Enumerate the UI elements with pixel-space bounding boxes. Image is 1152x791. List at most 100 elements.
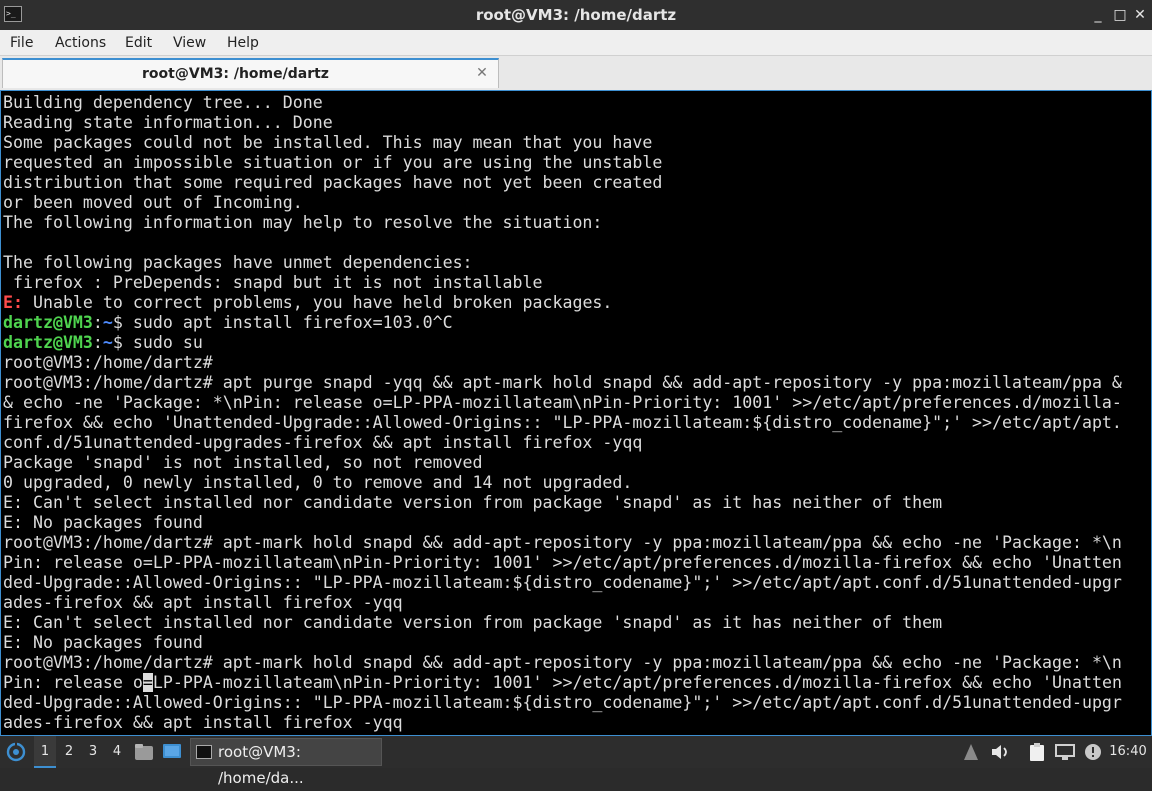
clipboard-tray[interactable] xyxy=(1026,736,1048,768)
terminal-text-segment: Pin: release o xyxy=(3,673,143,692)
terminal-line: conf.d/51unattended-upgrades-firefox && … xyxy=(3,433,1151,453)
workspace-2[interactable]: 2 xyxy=(58,736,80,768)
workspace-1[interactable]: 1 xyxy=(34,736,56,768)
terminal-text-segment: : xyxy=(92,333,103,352)
task-label: root@VM3: /home/da... xyxy=(218,743,304,787)
menu-view[interactable]: View xyxy=(173,30,206,56)
terminal-line: 0 upgraded, 0 newly installed, 0 to remo… xyxy=(3,473,1151,493)
terminal-line: root@VM3:/home/dartz# apt-mark hold snap… xyxy=(3,653,1151,673)
update-tray[interactable] xyxy=(1082,736,1104,768)
terminal-text-segment: The following packages have unmet depend… xyxy=(3,253,473,272)
terminal-text-segment: Package 'snapd' is not installed, so not… xyxy=(3,453,483,472)
terminal-line: root@VM3:/home/dartz# apt-mark hold snap… xyxy=(3,533,1151,553)
terminal-line: requested an impossible situation or if … xyxy=(3,153,1151,173)
terminal-text-segment: firefox : PreDepends: snapd but it is no… xyxy=(3,273,543,292)
terminal-text-segment: or been moved out of Incoming. xyxy=(3,193,303,212)
terminal-text-segment: E: Can't select installed nor candidate … xyxy=(3,493,943,512)
terminal-line: firefox : PreDepends: snapd but it is no… xyxy=(3,273,1151,293)
window-title: root@VM3: /home/dartz xyxy=(475,6,677,24)
terminal-line: firefox && echo 'Unattended-Upgrade::All… xyxy=(3,413,1151,433)
network-tray[interactable] xyxy=(960,736,982,768)
menu-actions[interactable]: Actions xyxy=(55,30,106,56)
terminal-text-segment: requested an impossible situation or if … xyxy=(3,153,663,172)
terminal-line: Pin: release o=LP-PPA-mozillateam\nPin-P… xyxy=(3,553,1151,573)
tab-terminal[interactable]: root@VM3: /home/dartz ✕ xyxy=(2,58,499,88)
menu-edit[interactable]: Edit xyxy=(125,30,152,56)
terminal-text-segment: & echo -ne 'Package: *\nPin: release o=L… xyxy=(3,393,1122,412)
terminal-text-segment: root@VM3:/home/dartz# apt-mark hold snap… xyxy=(3,653,1122,672)
terminal-text-segment: ades-firefox && apt install firefox -yqq xyxy=(3,593,403,612)
desktop-icon xyxy=(163,744,181,758)
terminal-text-segment: LP-PPA-mozillateam\nPin-Priority: 1001' … xyxy=(152,673,1122,692)
terminal-line: E: No packages found xyxy=(3,513,1151,533)
maximize-icon: □ xyxy=(1113,7,1127,23)
terminal-text-segment: Reading state information... Done xyxy=(3,113,333,132)
window-title-bar: >_ root@VM3: /home/dartz _ □ ✕ xyxy=(0,0,1152,30)
volume-icon xyxy=(992,745,1007,759)
terminal-line: dartz@VM3:~$ sudo apt install firefox=10… xyxy=(3,313,1151,333)
close-button[interactable]: ✕ xyxy=(1130,5,1150,25)
close-icon: ✕ xyxy=(1134,7,1146,23)
terminal-line: ded-Upgrade::Allowed-Origins:: "LP-PPA-m… xyxy=(3,573,1151,593)
terminal-output[interactable]: Building dependency tree... Done Reading … xyxy=(0,90,1152,736)
task-button-terminal[interactable]: root@VM3: /home/da... xyxy=(190,738,382,787)
file-manager-launcher[interactable] xyxy=(132,736,156,768)
terminal-text-segment: root@VM3:/home/dartz# xyxy=(3,353,213,372)
maximize-button[interactable]: □ xyxy=(1110,5,1130,25)
start-menu-icon xyxy=(6,742,26,762)
workspace-3[interactable]: 3 xyxy=(82,736,104,768)
terminal-text-segment: Unable to correct problems, you have hel… xyxy=(22,293,613,312)
tab-close-icon[interactable]: ✕ xyxy=(474,65,490,81)
terminal-text-segment: Pin: release o=LP-PPA-mozillateam\nPin-P… xyxy=(3,553,1122,572)
menu-help[interactable]: Help xyxy=(227,30,259,56)
terminal-text-segment: dartz@VM3 xyxy=(3,333,93,352)
terminal-line: dartz@VM3:~$ sudo su xyxy=(3,333,1151,353)
terminal-text-segment: : xyxy=(92,313,103,332)
terminal-line: Building dependency tree... Done xyxy=(3,93,1151,113)
terminal-text-segment: distribution that some required packages… xyxy=(3,173,663,192)
minimize-icon: _ xyxy=(1094,7,1102,23)
terminal-line: distribution that some required packages… xyxy=(3,173,1151,193)
display-icon xyxy=(1055,744,1075,760)
terminal-text-segment: root@VM3:/home/dartz# apt purge snapd -y… xyxy=(3,373,1122,392)
desktop-launcher[interactable] xyxy=(160,736,184,768)
terminal-text-segment: ded-Upgrade::Allowed-Origins:: "LP-PPA-m… xyxy=(3,693,1122,712)
menu-bar: File Actions Edit View Help xyxy=(0,30,1152,56)
terminal-line: E: No packages found xyxy=(3,633,1151,653)
terminal-line: Pin: release o=LP-PPA-mozillateam\nPin-P… xyxy=(3,673,1151,693)
terminal-line: ades-firefox && apt install firefox -yqq xyxy=(3,713,1151,733)
terminal-text-segment: $ sudo apt install firefox=103.0^C xyxy=(112,313,453,332)
terminal-line: E: Unable to correct problems, you have … xyxy=(3,293,1151,313)
terminal-line: ades-firefox && apt install firefox -yqq xyxy=(3,593,1151,613)
terminal-text-segment: $ sudo su xyxy=(112,333,203,352)
terminal-text-segment: conf.d/51unattended-upgrades-firefox && … xyxy=(3,433,643,452)
network-icon xyxy=(964,744,978,760)
terminal-text-segment: ded-Upgrade::Allowed-Origins:: "LP-PPA-m… xyxy=(3,573,1122,592)
update-icon xyxy=(1085,744,1101,760)
terminal-line: Reading state information... Done xyxy=(3,113,1151,133)
menu-file[interactable]: File xyxy=(10,30,33,56)
volume-tray[interactable] xyxy=(988,736,1012,768)
terminal-line: Some packages could not be installed. Th… xyxy=(3,133,1151,153)
clipboard-icon xyxy=(1030,743,1044,761)
terminal-line: The following packages have unmet depend… xyxy=(3,253,1151,273)
terminal-text-segment: ~ xyxy=(102,313,113,332)
terminal-task-icon xyxy=(196,745,212,759)
terminal-line: Package 'snapd' is not installed, so not… xyxy=(3,453,1151,473)
minimize-button[interactable]: _ xyxy=(1088,5,1108,25)
clock[interactable]: 16:40 xyxy=(1106,736,1150,768)
terminal-line: E: Can't select installed nor candidate … xyxy=(3,613,1151,633)
terminal-line: root@VM3:/home/dartz# apt purge snapd -y… xyxy=(3,373,1151,393)
terminal-text-segment: E: No packages found xyxy=(3,513,203,532)
taskbar: 1 2 3 4 root@VM3: /home/da... 16:40 xyxy=(0,736,1152,787)
workspace-4[interactable]: 4 xyxy=(106,736,128,768)
terminal-line: The following information may help to re… xyxy=(3,213,1151,233)
terminal-line: & echo -ne 'Package: *\nPin: release o=L… xyxy=(3,393,1151,413)
terminal-text-segment: Some packages could not be installed. Th… xyxy=(3,133,653,152)
start-menu-button[interactable] xyxy=(2,736,30,768)
terminal-text-segment: 0 upgraded, 0 newly installed, 0 to remo… xyxy=(3,473,633,492)
terminal-text-segment: ades-firefox && apt install firefox -yqq xyxy=(3,713,403,732)
display-tray[interactable] xyxy=(1054,736,1076,768)
terminal-line: ded-Upgrade::Allowed-Origins:: "LP-PPA-m… xyxy=(3,693,1151,713)
